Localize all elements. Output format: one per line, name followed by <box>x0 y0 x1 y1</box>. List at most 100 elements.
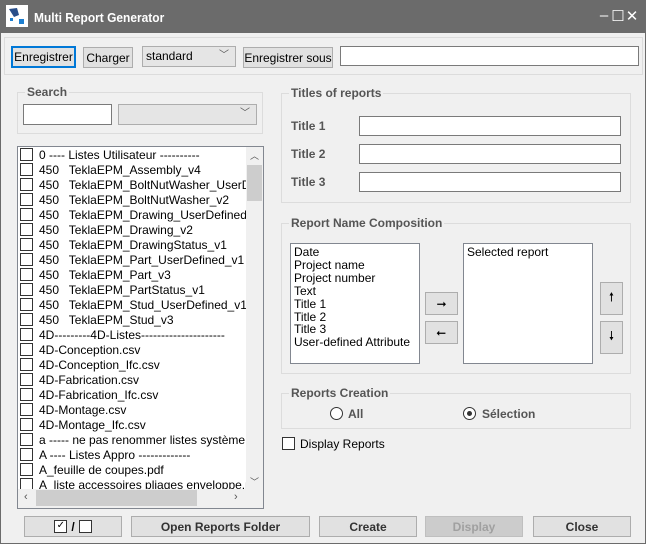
report-checkbox[interactable] <box>20 403 33 416</box>
maximize-button[interactable]: ☐ <box>611 7 625 25</box>
unchecked-box-icon <box>78 520 92 533</box>
title-3-label: Title 3 <box>291 175 326 189</box>
report-list-item[interactable]: 450 TeklaEPM_Part_v3 <box>20 267 171 282</box>
available-field-item[interactable]: Text <box>291 284 419 298</box>
report-checkbox[interactable] <box>20 283 33 296</box>
vertical-scroll-thumb[interactable] <box>247 165 262 201</box>
report-checkbox[interactable] <box>20 328 33 341</box>
report-checkbox[interactable] <box>20 388 33 401</box>
title-3-input[interactable] <box>359 172 621 192</box>
move-down-button[interactable]: 🠗 <box>600 321 623 354</box>
report-list-item[interactable]: a ----- ne pas renommer listes système <box>20 432 245 447</box>
report-checkbox[interactable] <box>20 253 33 266</box>
report-checkbox[interactable] <box>20 463 33 476</box>
open-reports-folder-button[interactable]: Open Reports Folder <box>131 516 310 537</box>
scroll-right-icon[interactable]: › <box>234 491 238 503</box>
report-checkbox[interactable] <box>20 448 33 461</box>
report-name: 450 TeklaEPM_DrawingStatus_v1 <box>39 237 227 252</box>
selected-fields-list[interactable]: Selected report <box>463 243 593 364</box>
report-list-item[interactable]: 4D-Conception.csv <box>20 342 140 357</box>
title-2-input[interactable] <box>359 144 621 164</box>
report-checkbox[interactable] <box>20 193 33 206</box>
report-list-item[interactable]: A_feuille de coupes.pdf <box>20 462 164 477</box>
close-button[interactable]: Close <box>533 516 631 537</box>
add-field-button[interactable]: ➞ <box>425 292 458 315</box>
creation-group-label: Reports Creation <box>289 386 391 400</box>
report-list-item[interactable]: 0 ---- Listes Utilisateur ---------- <box>20 147 200 162</box>
scroll-down-icon[interactable]: ﹀ <box>250 475 259 488</box>
load-button[interactable]: Charger <box>83 47 133 68</box>
create-button[interactable]: Create <box>319 516 417 537</box>
horizontal-scrollbar[interactable]: ‹ › <box>18 489 263 508</box>
report-name: 4D-Conception_Ifc.csv <box>39 357 160 372</box>
report-name: 4D-Conception.csv <box>39 342 141 357</box>
report-list-item[interactable]: 450 TeklaEPM_Assembly_v4 <box>20 162 201 177</box>
available-field-item[interactable]: Project number <box>291 271 419 285</box>
report-checkbox[interactable] <box>20 373 33 386</box>
search-filter-select[interactable]: ﹀ <box>118 104 257 125</box>
report-list-item[interactable]: 450 TeklaEPM_DrawingStatus_v1 <box>20 237 227 252</box>
report-list-item[interactable]: 450 TeklaEPM_Part_UserDefined_v1 <box>20 252 244 267</box>
report-checkbox[interactable] <box>20 298 33 311</box>
report-list-item[interactable]: A ---- Listes Appro ------------- <box>20 447 190 462</box>
available-field-item[interactable]: Project name <box>291 259 419 272</box>
vertical-scrollbar[interactable]: ︿ ﹀ <box>246 147 263 489</box>
report-name: 450 TeklaEPM_Assembly_v4 <box>39 162 201 177</box>
report-list-item[interactable]: 450 TeklaEPM_Drawing_v2 <box>20 222 193 237</box>
remove-field-button[interactable]: ➞ <box>425 321 458 344</box>
available-field-item[interactable]: Title 1 <box>291 297 419 311</box>
report-checkbox[interactable] <box>20 343 33 356</box>
radio-selection-label: Sélection <box>482 407 536 421</box>
report-checkbox[interactable] <box>20 178 33 191</box>
titles-group-label: Titles of reports <box>289 86 384 100</box>
title-1-input[interactable] <box>359 116 621 136</box>
report-checkbox[interactable] <box>20 223 33 236</box>
report-checkbox[interactable] <box>20 268 33 281</box>
report-checkbox[interactable] <box>20 358 33 371</box>
report-checkbox[interactable] <box>20 313 33 326</box>
save-as-button[interactable]: Enregistrer sous <box>243 47 333 68</box>
report-list-item[interactable]: 4D-Fabrication.csv <box>20 372 139 387</box>
report-name: 450 TeklaEPM_Drawing_UserDefined_v1 <box>39 207 264 222</box>
report-list-item[interactable]: 4D-Montage.csv <box>20 402 126 417</box>
report-checkbox[interactable] <box>20 238 33 251</box>
search-label: Search <box>25 85 70 99</box>
report-checkbox[interactable] <box>20 433 33 446</box>
move-up-button[interactable]: 🠕 <box>600 282 623 315</box>
available-fields-list[interactable]: Date Project name Project number Text Title … <box>290 243 420 364</box>
scroll-up-icon[interactable]: ︿ <box>250 149 259 162</box>
minimize-button[interactable]: – <box>597 7 611 24</box>
report-list-item[interactable]: 450 TeklaEPM_Stud_v3 <box>20 312 174 327</box>
config-name-input[interactable] <box>340 46 639 66</box>
available-field-item[interactable]: Date <box>291 246 419 259</box>
available-field-item[interactable]: User-defined Attribute <box>291 336 419 349</box>
display-reports-checkbox[interactable] <box>282 437 295 450</box>
radio-selection[interactable] <box>463 407 476 420</box>
report-list-item[interactable]: 450 TeklaEPM_PartStatus_v1 <box>20 282 205 297</box>
report-list[interactable]: 0 ---- Listes Utilisateur ---------- 450 … <box>17 146 264 509</box>
report-list-item[interactable]: 450 TeklaEPM_BoltNutWasher_UserDefined_v… <box>20 177 263 192</box>
radio-all[interactable] <box>330 407 343 420</box>
report-list-item[interactable]: 4D---------4D-Listes--------------------… <box>20 327 225 342</box>
save-button[interactable]: Enregistrer <box>11 46 76 68</box>
close-window-button[interactable]: ✕ <box>625 7 639 25</box>
toggle-all-button[interactable]: ✓ / <box>24 516 122 537</box>
horizontal-scroll-thumb[interactable] <box>36 490 197 506</box>
report-checkbox[interactable] <box>20 418 33 431</box>
preset-select[interactable]: standard ﹀ <box>142 46 236 67</box>
selected-field-item[interactable]: Selected report <box>464 246 592 259</box>
report-list-item[interactable]: 450 TeklaEPM_Stud_UserDefined_v1 <box>20 297 247 312</box>
report-list-item[interactable]: 4D-Fabrication_Ifc.csv <box>20 387 158 402</box>
report-list-item[interactable]: 4D-Conception_Ifc.csv <box>20 357 160 372</box>
report-list-item[interactable]: 450 TeklaEPM_Drawing_UserDefined_v1 <box>20 207 264 222</box>
title-1-label: Title 1 <box>291 119 326 133</box>
report-name: 4D-Fabrication_Ifc.csv <box>39 387 159 402</box>
app-icon <box>6 5 28 27</box>
report-list-item[interactable]: 4D-Montage_Ifc.csv <box>20 417 146 432</box>
report-checkbox[interactable] <box>20 208 33 221</box>
report-list-item[interactable]: 450 TeklaEPM_BoltNutWasher_v2 <box>20 192 229 207</box>
report-checkbox[interactable] <box>20 163 33 176</box>
search-input[interactable] <box>23 104 112 125</box>
report-checkbox[interactable] <box>20 148 33 161</box>
scroll-left-icon[interactable]: ‹ <box>24 491 28 503</box>
